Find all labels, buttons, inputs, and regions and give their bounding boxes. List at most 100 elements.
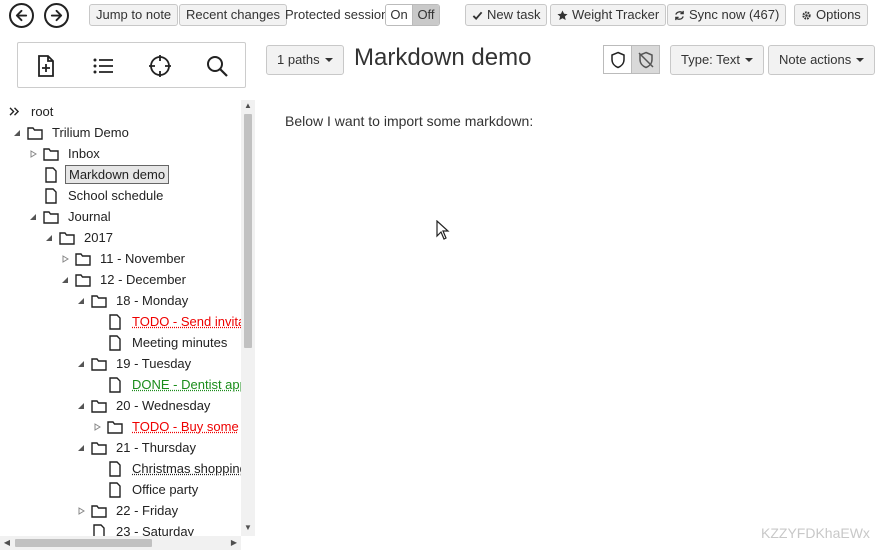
tree-item-label: TODO - Buy some (132, 419, 239, 434)
tree-item[interactable]: Trilium Demo (11, 122, 132, 143)
expanded-icon[interactable] (11, 127, 23, 139)
tree-item-label: 11 - November (100, 251, 186, 266)
new-task-button[interactable]: New task (465, 4, 548, 26)
list-icon[interactable] (91, 54, 115, 78)
tree-item[interactable]: DONE - Dentist appointment (107, 374, 241, 395)
scroll-up-icon[interactable]: ▲ (244, 102, 252, 110)
collapsed-icon[interactable] (91, 421, 103, 433)
folder-icon (27, 126, 43, 140)
note-icon (109, 376, 121, 393)
folder-icon (75, 252, 91, 266)
tree-item-label: Christmas shopping (132, 461, 241, 476)
scroll-right-icon[interactable]: ▶ (230, 539, 238, 547)
horizontal-scroll-thumb[interactable] (15, 539, 152, 547)
expanded-icon[interactable] (75, 358, 87, 370)
note-type-dropdown[interactable]: Type: Text (670, 45, 765, 75)
unprotect-note-button[interactable] (631, 45, 660, 74)
folder-icon (91, 357, 107, 371)
expanded-icon[interactable] (27, 211, 39, 223)
expanded-icon[interactable] (75, 442, 87, 454)
tree-item[interactable]: TODO - Buy some (91, 416, 241, 437)
shield-off-icon (637, 51, 654, 68)
tree-item-label: 18 - Monday (116, 293, 189, 308)
sync-now-button[interactable]: Sync now (467) (667, 4, 787, 26)
vertical-scroll-thumb[interactable] (244, 114, 252, 348)
tree-item[interactable]: 18 - Monday (75, 290, 191, 311)
scroll-left-icon[interactable]: ◀ (3, 539, 11, 547)
protect-note-button[interactable] (603, 45, 632, 74)
protected-off-option[interactable]: Off (413, 5, 439, 25)
note-icon (93, 523, 105, 536)
tree-item[interactable]: 11 - November (59, 248, 188, 269)
weight-tracker-button[interactable]: Weight Tracker (550, 4, 667, 26)
mouse-cursor-icon (436, 220, 450, 240)
back-arrow-icon (15, 9, 28, 22)
tree-item-label: Meeting minutes (132, 335, 228, 350)
forward-button[interactable] (44, 3, 69, 28)
forward-arrow-icon (50, 9, 63, 22)
check-icon (472, 11, 483, 20)
tree-item[interactable]: 22 - Friday (75, 500, 181, 521)
star-icon (557, 9, 568, 20)
tree-item-label: TODO - Send invitation (132, 314, 241, 329)
search-icon[interactable] (205, 54, 229, 78)
expanded-icon[interactable] (59, 274, 71, 286)
back-button[interactable] (9, 3, 34, 28)
gear-icon (802, 10, 811, 20)
tree-item-label: 22 - Friday (116, 503, 179, 518)
tree-item-label: Office party (132, 482, 199, 497)
tree-item[interactable]: Inbox (27, 143, 103, 164)
recent-changes-button[interactable]: Recent changes (179, 4, 287, 26)
tree-item-root[interactable]: root (9, 101, 56, 122)
tree-item-label: 23 - Saturday (116, 524, 195, 536)
tree-item[interactable]: 23 - Saturday (91, 521, 197, 536)
jump-to-note-button[interactable]: Jump to note (89, 4, 179, 26)
collapsed-icon[interactable] (59, 253, 71, 265)
note-actions-dropdown[interactable]: Note actions (768, 45, 876, 75)
collapsed-icon[interactable] (27, 148, 39, 160)
tree-item[interactable]: 19 - Tuesday (75, 353, 194, 374)
tree-item[interactable]: Meeting minutes (107, 332, 230, 353)
tree-vertical-scrollbar[interactable]: ▲ ▼ (241, 100, 255, 536)
tree-horizontal-scrollbar[interactable]: ◀ ▶ (0, 536, 241, 550)
tree-item-label: 12 - December (100, 272, 186, 287)
note-paths-dropdown[interactable]: 1 paths (266, 45, 344, 75)
expanded-icon[interactable] (75, 295, 87, 307)
tree-item[interactable]: TODO - Send invitation (107, 311, 241, 332)
tree-toolbar (17, 42, 246, 88)
folder-icon (91, 399, 107, 413)
collapsed-icon[interactable] (75, 505, 87, 517)
tree-item[interactable]: 2017 (43, 227, 116, 248)
expanded-icon[interactable] (43, 232, 55, 244)
protected-session-toggle[interactable]: On Off (385, 4, 440, 26)
tree-item[interactable]: School schedule (43, 185, 166, 206)
note-icon (109, 334, 121, 351)
note-content[interactable]: Below I want to import some markdown: (285, 113, 533, 129)
collapse-all-icon[interactable] (9, 107, 23, 116)
new-note-icon[interactable] (34, 54, 58, 78)
tree-item-label: root (31, 104, 54, 119)
note-icon (109, 460, 121, 477)
folder-icon (107, 420, 123, 434)
tree-item[interactable]: Journal (27, 206, 114, 227)
options-button[interactable]: Options (794, 4, 868, 26)
folder-icon (91, 441, 107, 455)
tree-item-label: DONE - Dentist appointment (132, 377, 241, 392)
protected-session-label: Protected session: (285, 7, 392, 22)
expanded-icon[interactable] (75, 400, 87, 412)
tree-item[interactable]: 20 - Wednesday (75, 395, 213, 416)
crosshair-icon[interactable] (148, 54, 172, 78)
tree-item-label: School schedule (68, 188, 164, 203)
scroll-down-icon[interactable]: ▼ (244, 524, 252, 532)
tree-item[interactable]: Office party (107, 479, 201, 500)
tree-item[interactable]: Christmas shopping (107, 458, 241, 479)
tree-item-label: 2017 (84, 230, 113, 245)
tree-item[interactable]: 21 - Thursday (75, 437, 199, 458)
note-title[interactable]: Markdown demo (354, 44, 531, 72)
folder-icon (43, 147, 59, 161)
tree-item[interactable]: 12 - December (59, 269, 189, 290)
note-icon (109, 313, 121, 330)
caret-down-icon (324, 58, 333, 62)
tree-item-selected[interactable]: Markdown demo (43, 164, 170, 185)
protected-on-option[interactable]: On (386, 5, 413, 25)
